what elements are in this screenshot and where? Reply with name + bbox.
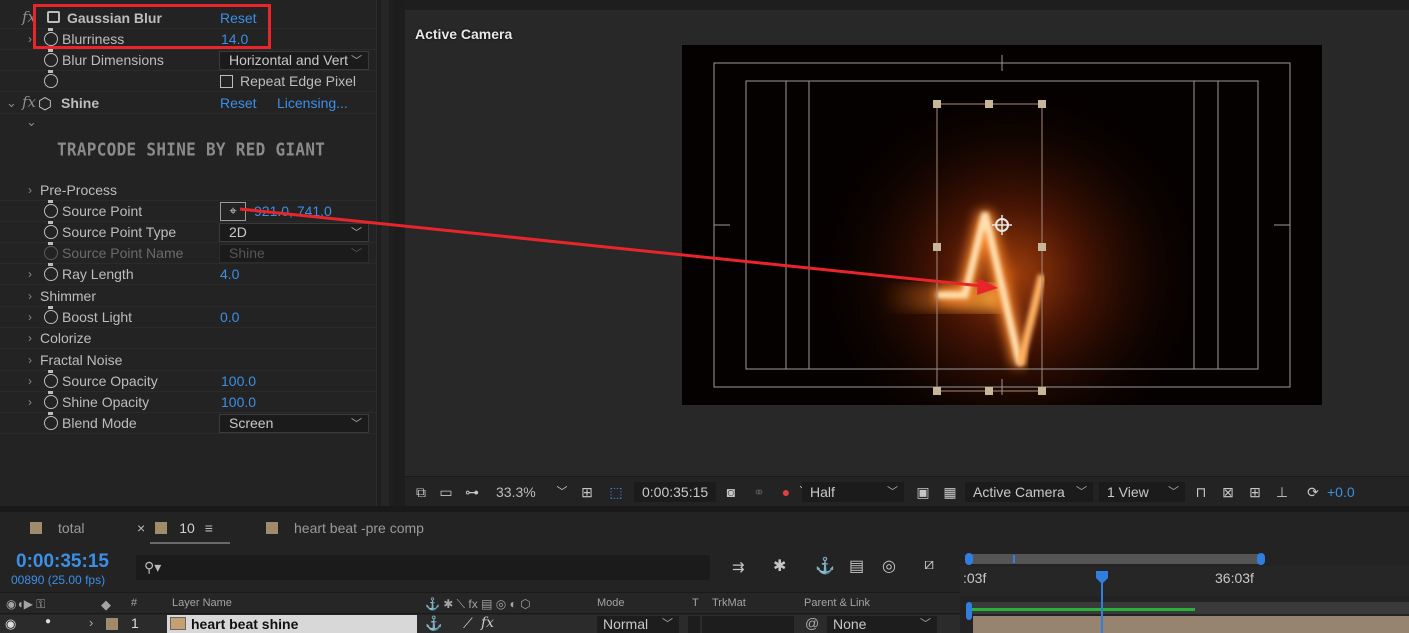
annotation-arrow [239, 207, 998, 295]
